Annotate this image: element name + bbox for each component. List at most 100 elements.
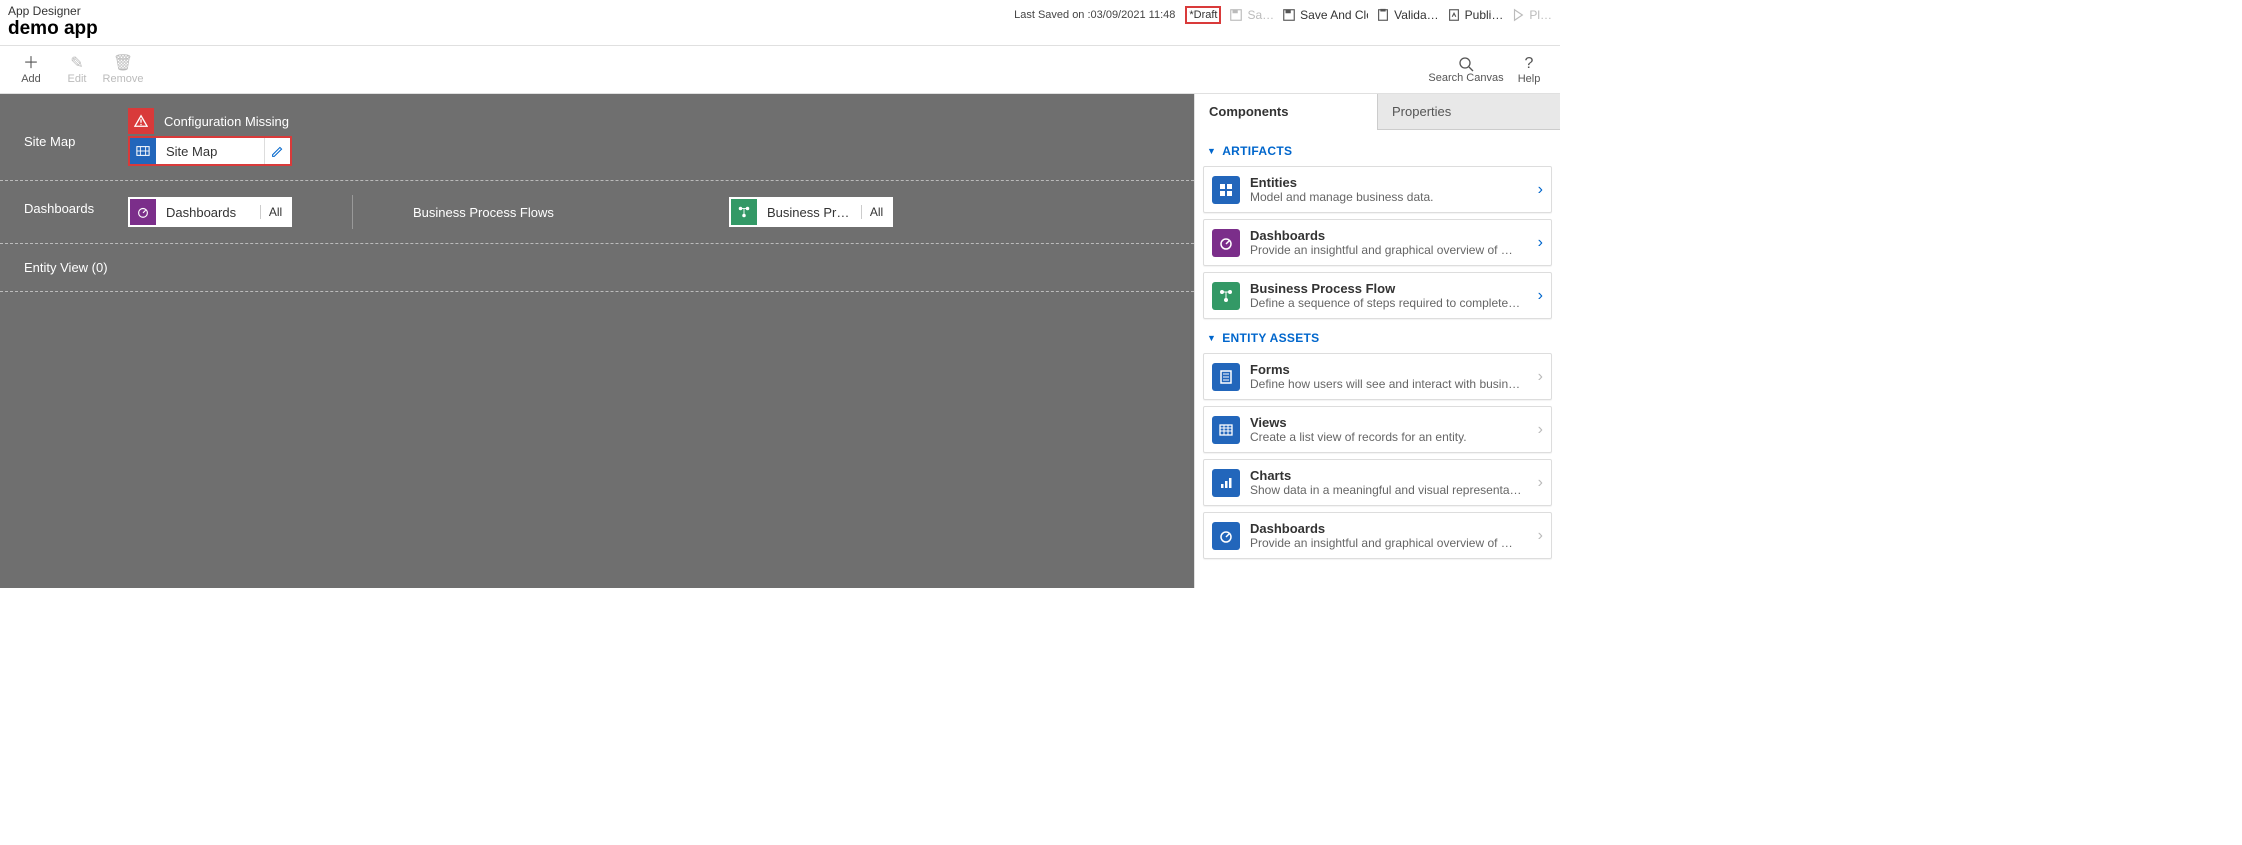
validate-button[interactable]: Valida… [1376,8,1438,22]
dashboards-tile[interactable]: Dashboards All [128,197,292,227]
chevron-right-icon: › [1538,181,1543,199]
config-missing-text: Configuration Missing [154,114,289,129]
sitemap-label: Site Map [24,108,110,149]
card-title: Views [1250,415,1528,430]
section-artifacts[interactable]: ▼ ARTIFACTS [1203,138,1552,166]
add-button[interactable]: ＋ Add [8,47,54,93]
pencil-icon: ✎ [70,55,83,73]
tab-properties-label: Properties [1392,104,1451,119]
help-button[interactable]: ? Help [1506,47,1552,93]
chevron-right-icon: › [1538,474,1543,492]
draft-badge: *Draft [1185,6,1221,24]
remove-label: Remove [103,73,144,85]
bpf-label: Business Process Flows [413,205,563,220]
edit-button[interactable]: ✎ Edit [54,47,100,93]
chevron-down-icon: ▼ [1207,333,1216,343]
entity-view-row: Entity View (0) [0,244,1194,292]
save-close-icon [1282,8,1296,22]
sitemap-tile[interactable]: Site Map [128,136,292,166]
card-charts[interactable]: Charts Show data in a meaningful and vis… [1203,459,1552,506]
dashboards-label: Dashboards [24,195,110,216]
right-panel: Components Properties ▼ ARTIFACTS Entiti… [1194,94,1560,588]
sitemap-tile-label: Site Map [156,144,264,159]
dashboard-icon [1212,229,1240,257]
sitemap-icon [130,138,156,164]
save-icon [1229,8,1243,22]
app-designer-label: App Designer [8,4,1014,18]
publish-icon [1447,8,1461,22]
chevron-right-icon: › [1538,368,1543,386]
card-forms[interactable]: Forms Define how users will see and inte… [1203,353,1552,400]
card-dashboards[interactable]: Dashboards Provide an insightful and gra… [1203,219,1552,266]
design-canvas: Site Map Configuration Missing Site Map [0,94,1194,588]
section-artifacts-label: ARTIFACTS [1222,144,1292,158]
card-title: Dashboards [1250,228,1528,243]
flow-icon [731,199,757,225]
card-desc: Provide an insightful and graphical over… [1250,243,1528,257]
play-button[interactable]: Pl… [1511,8,1552,22]
search-canvas-button[interactable]: Search Canvas [1426,47,1506,93]
section-entity-assets[interactable]: ▼ ENTITY ASSETS [1203,325,1552,353]
card-title: Entities [1250,175,1528,190]
play-label: Pl… [1529,8,1552,22]
dashboard-icon [130,199,156,225]
chart-icon [1212,469,1240,497]
card-dashboards-asset[interactable]: Dashboards Provide an insightful and gra… [1203,512,1552,559]
panel-tabs: Components Properties [1195,94,1560,130]
save-and-close-button[interactable]: Save And Clo… [1282,8,1368,22]
entities-icon [1212,176,1240,204]
chevron-right-icon: › [1538,234,1543,252]
card-bpf[interactable]: Business Process Flow Define a sequence … [1203,272,1552,319]
card-desc: Show data in a meaningful and visual rep… [1250,483,1528,497]
section-entity-assets-label: ENTITY ASSETS [1222,331,1319,345]
form-icon [1212,363,1240,391]
card-title: Charts [1250,468,1528,483]
header-bar: App Designer demo app Last Saved on :03/… [0,0,1560,46]
publish-button[interactable]: Publi… [1447,8,1504,22]
warning-icon [128,108,154,134]
search-label: Search Canvas [1428,72,1503,84]
pencil-icon [271,145,284,158]
save-label: Sa… [1247,8,1274,22]
chevron-right-icon: › [1538,421,1543,439]
edit-label: Edit [68,73,87,85]
tab-properties[interactable]: Properties [1377,94,1560,130]
last-saved-text: Last Saved on :03/09/2021 11:48 [1014,9,1175,21]
tab-components[interactable]: Components [1195,94,1377,130]
card-desc: Model and manage business data. [1250,190,1528,204]
card-views[interactable]: Views Create a list view of records for … [1203,406,1552,453]
card-title: Forms [1250,362,1528,377]
header-right: Last Saved on :03/09/2021 11:48 *Draft S… [1014,4,1552,24]
play-icon [1511,8,1525,22]
card-title: Dashboards [1250,521,1528,536]
save-close-label: Save And Clo… [1300,8,1368,22]
bpf-tile-label: Business Proces… [757,205,861,220]
grid-icon [1212,416,1240,444]
card-title: Business Process Flow [1250,281,1528,296]
card-desc: Define how users will see and interact w… [1250,377,1528,391]
dashboard-icon [1212,522,1240,550]
chevron-right-icon: › [1538,287,1543,305]
config-missing-warning: Configuration Missing [128,108,292,134]
help-label: Help [1518,73,1541,85]
vertical-separator [352,195,353,229]
app-name: demo app [8,18,1014,40]
artifacts-sub-row: Dashboards All Business Process Flows Bu… [128,195,893,229]
remove-button[interactable]: 🗑 Remove [100,47,146,93]
sitemap-row: Site Map Configuration Missing Site Map [0,94,1194,181]
entity-view-label: Entity View (0) [24,260,108,275]
tab-components-label: Components [1209,104,1288,119]
main-area: Site Map Configuration Missing Site Map [0,94,1560,588]
card-desc: Provide an insightful and graphical over… [1250,536,1528,550]
clipboard-icon [1376,8,1390,22]
add-label: Add [21,73,41,85]
artifacts-row: Dashboards Dashboards All Business Proce… [0,181,1194,244]
chevron-right-icon: › [1538,527,1543,545]
chevron-down-icon: ▼ [1207,146,1216,156]
bpf-tile[interactable]: Business Proces… All [729,197,893,227]
flow-icon [1212,282,1240,310]
save-button[interactable]: Sa… [1229,8,1274,22]
sitemap-edit-button[interactable] [264,138,290,164]
card-desc: Create a list view of records for an ent… [1250,430,1528,444]
card-entities[interactable]: Entities Model and manage business data.… [1203,166,1552,213]
